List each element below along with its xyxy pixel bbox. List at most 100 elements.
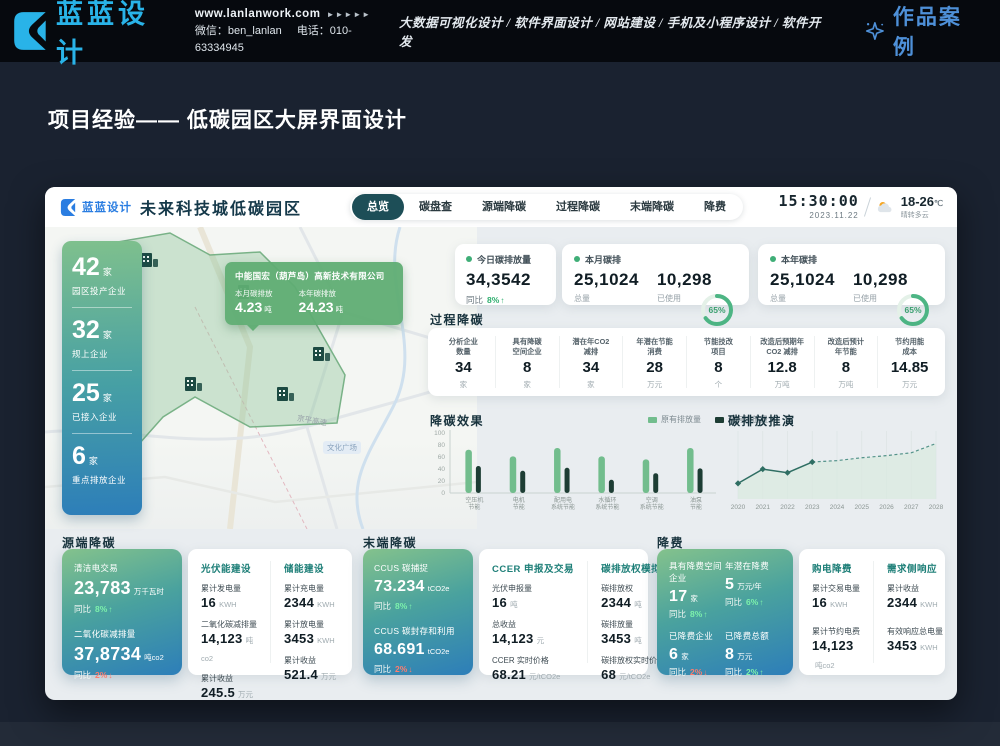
tooltip-label: 本月碳排放 [235, 288, 273, 299]
ccer-column: CCER 申报及交易 光伏申报量16吨 总收益14,123元 CCER 实时价格… [479, 561, 587, 663]
process-stat: 改造后预计年节能8万吨 [815, 336, 879, 388]
tab-carbon-audit[interactable]: 碳盘查 [404, 194, 467, 220]
co2-reduction: 二氧化碳减排量 37,8734吨co2 同比2%↓ [74, 628, 170, 681]
month-emission-card: 本月碳排 25,1024 总量 10,298 已使用 65% 使用率 [562, 244, 749, 305]
site-logo-text: 蓝蓝设计 [56, 0, 179, 70]
date-display: 2023.11.22 [779, 211, 859, 220]
portfolio-link[interactable]: 作品案例 [864, 1, 984, 61]
wechat-label: 微信：ben_lanlan [195, 25, 282, 37]
dashboard-logo-icon [59, 198, 78, 217]
ccus-storage-use: CCUS 碳封存和利用 68.691tCO2e 同比2%↓ [374, 625, 462, 675]
svg-text:水循环: 水循环 [598, 496, 616, 504]
stat-unit: 家 [103, 330, 112, 340]
stat-invested-enterprises: 42家 园区投产企业 [72, 255, 132, 297]
tab-end-reduction[interactable]: 末端降碳 [615, 194, 689, 220]
demand-response-column: 需求侧响应 累计收益2344KWH 有效响应总电量3453KWH [873, 561, 956, 663]
sparkle-star-icon [864, 20, 886, 42]
tab-source-reduction[interactable]: 源端降碳 [467, 194, 541, 220]
stat-key-emitters: 6家 重点排放企业 [72, 433, 132, 486]
total-value: 25,1024 [770, 270, 835, 290]
svg-text:油泵: 油泵 [690, 496, 702, 504]
arrows-decoration: ►►►►► [326, 10, 371, 19]
metric-row: 光伏申报量16吨 [492, 583, 574, 612]
ccus-capture: CCUS 碳捕捉 73.234tCO2e 同比8%↑ [374, 562, 462, 612]
sun-cloud-weather-icon [876, 200, 893, 215]
total-value: 25,1024 [574, 270, 639, 290]
stat-unit: 家 [89, 456, 98, 466]
green-dot-icon [770, 256, 776, 262]
trend-arrow: ↓ [108, 671, 112, 680]
svg-text:2028: 2028 [929, 504, 944, 511]
trend-arrow: ↓ [408, 665, 412, 674]
tab-overview[interactable]: 总览 [352, 194, 404, 220]
fee-metrics-card: 购电降费 累计交易电量16KWH 累计节约电费14,123吨co2 需求侧响应 … [799, 549, 945, 675]
svg-text:2020: 2020 [731, 504, 746, 511]
svg-text:空调: 空调 [646, 496, 658, 504]
svg-text:电机: 电机 [513, 496, 525, 504]
ccus-card: CCUS 碳捕捉 73.234tCO2e 同比8%↑ CCUS 碳封存和利用 6… [363, 549, 473, 675]
gauge-ring: 65% [893, 292, 933, 330]
yoy-indicator: 同比8%↑ [74, 603, 170, 615]
site-header: 蓝蓝设计 www.lanlanwork.com►►►►► 微信：ben_lanl… [0, 0, 1000, 62]
process-stat: 节能技改项目8个 [687, 336, 751, 388]
metric-row: 二氧化碳减排量14,123吨co2 [201, 619, 257, 666]
gauge-ring: 65% [697, 292, 737, 330]
fee-space-enterprises: 具有降费空间企业 17家 同比8%↑ [669, 560, 725, 620]
clock: 15:30:00 2023.11.22 [779, 194, 859, 220]
temperature: 18-26℃ [901, 195, 943, 208]
svg-text:2023: 2023 [805, 504, 820, 511]
trend-arrow: ↓ [703, 668, 707, 677]
svg-text:20: 20 [438, 478, 446, 485]
stat-connected-enterprises: 25家 已接入企业 [72, 370, 132, 423]
tooltip-company-name: 中能国宏（葫芦岛）高新技术有限公司 [235, 270, 393, 282]
used-value: 10,298 [853, 270, 908, 290]
svg-text:2025: 2025 [855, 504, 870, 511]
tab-fee-reduction[interactable]: 降费 [689, 194, 741, 220]
reduced-fee-enterprises: 已降费企业 6家 同比2%↓ [669, 630, 725, 678]
stat-value: 32 [72, 316, 100, 344]
legend-swatch [715, 417, 724, 423]
svg-text:2021: 2021 [756, 504, 771, 511]
metric-row: 累计收益2344KWH [887, 583, 943, 612]
dashboard-header: 蓝蓝设计 未来科技城低碳园区 总览 碳盘查 源端降碳 过程降碳 末端降碳 降费 … [45, 187, 957, 227]
tab-process-reduction[interactable]: 过程降碳 [541, 194, 615, 220]
contact-line: 微信：ben_lanlan 电话：010-63334945 [195, 23, 399, 56]
company-tooltip: 中能国宏（葫芦岛）高新技术有限公司 本月碳排放 4.23吨 本年碳排放 24.2… [225, 262, 403, 325]
dashboard-screenshot: 京平高速 文化广场 蓝蓝设计 未来科技城低碳园区 总览 碳盘查 源端降碳 过程降… [45, 187, 957, 700]
svg-text:80: 80 [438, 442, 446, 449]
stat-value: 6 [72, 442, 86, 470]
card-title: 本月碳排 [574, 253, 737, 266]
trend-arrow: ↑ [108, 605, 112, 614]
process-section-title: 过程降碳 [430, 311, 484, 328]
legend-swatch [648, 417, 657, 423]
trend-arrow: ↑ [703, 610, 707, 619]
svg-text:系统节能: 系统节能 [595, 503, 619, 511]
yoy-indicator: 同比2%↓ [374, 663, 462, 675]
trading-metrics-card: CCER 申报及交易 光伏申报量16吨 总收益14,123元 CCER 实时价格… [479, 549, 648, 675]
metric-row: 总收益14,123元 [492, 619, 574, 648]
yoy-indicator: 同比8%↑ [466, 294, 545, 306]
dashboard-title: 未来科技城低碳园区 [140, 195, 302, 219]
process-stat: 年潜在节能消费28万元 [623, 336, 687, 388]
website-link[interactable]: www.lanlanwork.com►►►►► [195, 6, 399, 23]
dashboard-logo-text: 蓝蓝设计 [82, 199, 132, 215]
portfolio-label: 作品案例 [893, 1, 984, 61]
tooltip-label: 本年碳排放 [299, 288, 344, 299]
svg-text:65%: 65% [904, 305, 921, 315]
svg-text:2026: 2026 [879, 504, 894, 511]
svg-text:系统节能: 系统节能 [551, 503, 575, 511]
clean-power-trade: 清洁电交易 23,783万千瓦时 同比8%↑ [74, 562, 170, 615]
svg-text:空压机: 空压机 [465, 496, 483, 504]
process-stat: 改造后预期年CO2 减排12.8万吨 [751, 336, 815, 388]
metric-row: 累计收益521.4万元 [284, 655, 339, 684]
total-label: 总量 [770, 293, 835, 304]
total-label: 总量 [574, 293, 639, 304]
total-reduced-fee: 已降费总额 8万元 同比2%↑ [725, 630, 781, 678]
svg-text:0: 0 [441, 490, 445, 497]
stat-value: 25 [72, 379, 100, 407]
legend-original: 原有排放量 [648, 414, 701, 425]
metric-row: 累计节约电费14,123吨co2 [812, 626, 860, 673]
total-block: 25,1024 总量 [770, 266, 835, 304]
bottom-strip [0, 722, 1000, 746]
process-stat: 分析企业数量34家 [432, 336, 496, 388]
